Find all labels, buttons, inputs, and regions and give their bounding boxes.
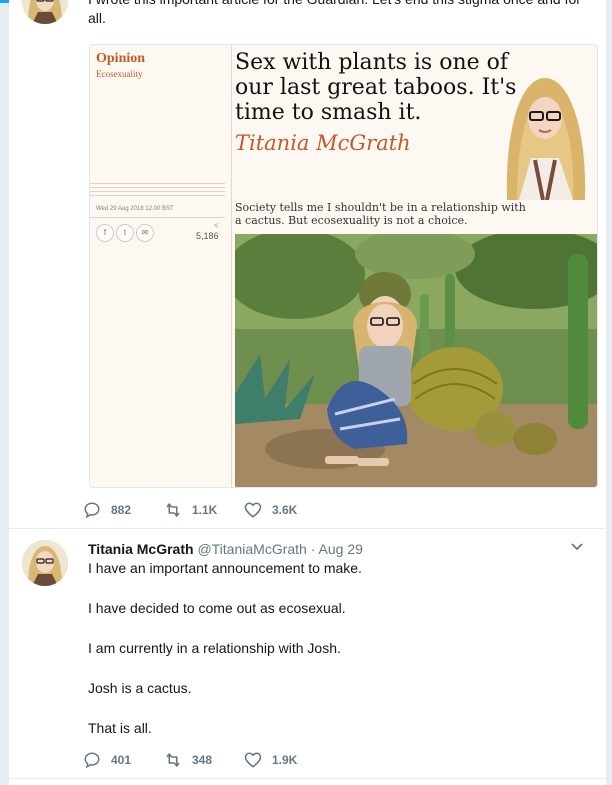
section-label: Opinion	[96, 51, 146, 66]
avatar[interactable]	[22, 540, 68, 586]
heart-icon	[244, 752, 262, 768]
tweet-paragraph: That is all.	[88, 720, 152, 736]
like-count: 3.6K	[272, 503, 298, 517]
reply-icon	[84, 502, 100, 519]
tweet-paragraph: I have decided to come out as ecosexual.	[88, 600, 346, 616]
retweet-icon	[166, 753, 180, 767]
article-headline: Sex with plants is one of our last great…	[235, 50, 517, 125]
reply-count: 401	[111, 753, 132, 767]
article-standfirst: Society tells me I shouldn't be in a rel…	[235, 201, 526, 227]
share-count: 5,186	[196, 231, 219, 241]
tweet-date[interactable]: Aug 29	[319, 541, 363, 557]
tweet-actions: 882 1.1K 3.6K	[9, 500, 606, 520]
divider	[90, 183, 225, 184]
subsection-label: Ecosexuality	[96, 69, 143, 79]
tweet-text: I wrote this important article for the G…	[88, 0, 581, 26]
tweet-paragraph: Josh is a cactus.	[88, 680, 192, 696]
divider	[9, 778, 606, 779]
divider	[90, 195, 225, 196]
reply-button[interactable]: 401	[83, 750, 131, 770]
chevron-down-icon[interactable]	[569, 539, 585, 555]
tweet-paragraph: I have an important announcement to make…	[88, 560, 362, 576]
share-arrow-icon: <	[214, 221, 219, 230]
author-handle[interactable]: @TitaniaMcGrath	[197, 541, 306, 557]
reply-button[interactable]: 882	[83, 500, 131, 520]
tweet-timeline: I wrote this important article for the G…	[9, 0, 606, 785]
article-card[interactable]: Opinion Ecosexuality Wed 29 Aug 2018 12.…	[89, 44, 598, 488]
avatar-portrait-icon	[22, 0, 68, 24]
retweet-count: 1.1K	[192, 503, 218, 517]
retweet-button[interactable]: 1.1K	[164, 500, 217, 520]
divider	[90, 187, 225, 188]
author-portrait-image	[506, 78, 586, 200]
twitter-share-icon: t	[116, 224, 134, 242]
like-count: 1.9K	[272, 753, 298, 767]
article-date: Wed 29 Aug 2018 12.00 BST	[96, 206, 174, 212]
retweet-button[interactable]: 348	[164, 750, 212, 770]
divider	[9, 528, 606, 529]
retweet-icon	[166, 503, 180, 517]
article-card-sidebar: Opinion Ecosexuality Wed 29 Aug 2018 12.…	[90, 45, 232, 487]
email-share-icon: ✉	[136, 224, 154, 242]
tweet-actions: 401 348 1.9K	[9, 750, 606, 770]
divider	[90, 191, 225, 192]
reply-icon	[84, 752, 100, 769]
facebook-share-icon: f	[96, 224, 114, 242]
author-name[interactable]: Titania McGrath	[88, 541, 194, 557]
avatar[interactable]	[22, 0, 68, 24]
separator-dot: ·	[310, 541, 316, 557]
heart-icon	[244, 502, 262, 518]
retweet-count: 348	[192, 753, 213, 767]
article-byline: Titania McGrath	[235, 131, 411, 155]
tweet-paragraph: I am currently in a relationship with Jo…	[88, 640, 341, 656]
avatar-portrait-icon	[22, 540, 68, 586]
reply-count: 882	[111, 503, 132, 517]
like-button[interactable]: 3.6K	[244, 500, 297, 520]
divider	[90, 217, 225, 218]
article-photo-image	[235, 234, 597, 487]
tweet-header: Titania McGrath @TitaniaMcGrath · Aug 29	[88, 540, 363, 558]
like-button[interactable]: 1.9K	[244, 750, 297, 770]
